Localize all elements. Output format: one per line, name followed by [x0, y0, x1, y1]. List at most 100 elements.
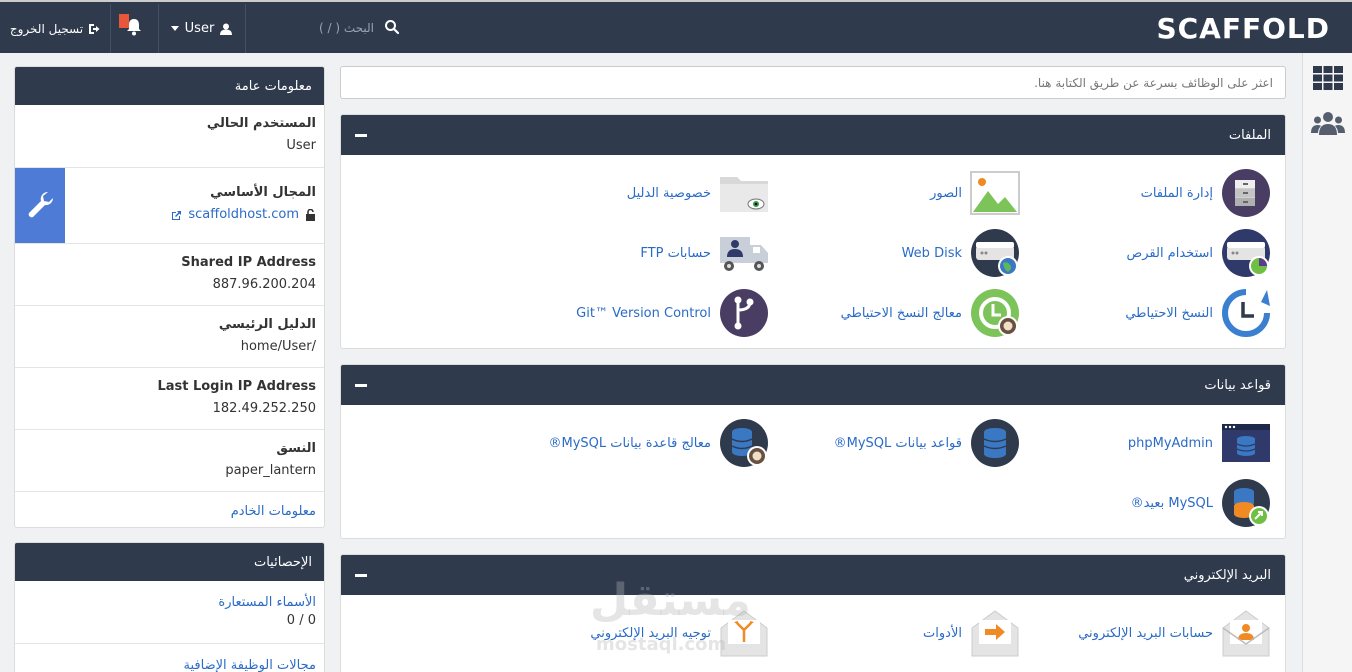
databases-section: قواعد بيانات phpMyAdmin قواعد بيانات MyS… [340, 364, 1286, 539]
logo[interactable]: SCAFFOLD [1156, 12, 1330, 45]
collapse-icon[interactable] [355, 133, 367, 137]
remote-mysql-item[interactable]: MySQL بعيد® [981, 478, 1271, 528]
server-info-link[interactable]: معلومات الخادم [231, 504, 316, 519]
function-search-input[interactable] [340, 66, 1286, 99]
section-header[interactable]: البريد الإلكتروني [341, 555, 1285, 595]
current-user-row: المستخدم الحالي User [15, 105, 324, 167]
aliases-row: الأسماء المستعارة 0 / 0 [15, 581, 324, 643]
primary-domain-row: المجال الأساسي scaffoldhost.com [15, 167, 324, 243]
external-link-icon[interactable] [171, 210, 182, 221]
aliases-link[interactable]: الأسماء المستعارة [218, 595, 316, 610]
item-label: إدارة الملفات [1140, 185, 1213, 201]
search-input[interactable] [254, 16, 374, 40]
section-title: البريد الإلكتروني [1183, 567, 1271, 583]
primary-domain-line: scaffoldhost.com [23, 204, 316, 226]
database-icon [971, 419, 1019, 467]
database-wizard-icon [720, 419, 768, 467]
folder-eye-icon [720, 177, 768, 212]
remote-database-icon [1222, 479, 1270, 527]
users-icon[interactable] [1311, 109, 1345, 139]
item-label: Git™ Version Control [576, 305, 711, 321]
mysql-wizard-item[interactable]: معالج قاعدة بيانات MySQL® [479, 418, 769, 468]
server-info-row: معلومات الخادم [15, 491, 324, 527]
primary-domain-link[interactable]: scaffoldhost.com [188, 204, 299, 226]
unlock-icon [306, 209, 315, 221]
search-icon[interactable] [384, 19, 400, 35]
divider [245, 4, 246, 53]
email-accounts-item[interactable]: حسابات البريد الإلكتروني [981, 608, 1271, 658]
last-login-label: Last Login IP Address [157, 379, 316, 394]
divider [110, 4, 111, 53]
logout-label: تسجيل الخروج [9, 21, 84, 36]
email-section: البريد الإلكتروني حسابات البريد الإلكترو… [340, 554, 1286, 672]
stats-panel: الإحصائيات الأسماء المستعارة 0 / 0 مجالا… [14, 542, 325, 672]
section-title: الملفات [1228, 127, 1271, 143]
collapse-icon[interactable] [355, 383, 367, 387]
images-item[interactable]: الصور [730, 168, 1020, 218]
grid-icon[interactable] [1311, 63, 1345, 93]
shared-ip-label: Shared IP Address [181, 255, 316, 270]
watermark-url: mostaql.com [596, 634, 727, 655]
theme-row: النسق paper_lantern [15, 429, 324, 491]
section-header[interactable]: الملفات [341, 115, 1285, 155]
addon-domains-link[interactable]: مجالات الوظيفة الإضافية [184, 658, 316, 672]
email-accounts-icon [1222, 610, 1270, 657]
logout-icon [89, 23, 100, 34]
backup-item[interactable]: النسخ الاحتياطي [981, 288, 1271, 338]
domain-tools-tile[interactable] [15, 168, 65, 243]
watermark: مستقل [590, 575, 751, 626]
addon-domains-row: مجالات الوظيفة الإضافية [15, 643, 324, 672]
wrench-icon [28, 191, 54, 218]
panel-title: معلومات عامة [15, 67, 324, 105]
disk-usage-item[interactable]: استخدام القرص [981, 228, 1271, 278]
email-tools-item[interactable]: الأدوات [730, 608, 1020, 658]
shared-ip-value: 887.96.200.204 [212, 277, 316, 292]
phpmyadmin-icon [1222, 424, 1270, 462]
item-label: النسخ الاحتياطي [1125, 305, 1213, 321]
item-label: الأدوات [923, 625, 962, 641]
primary-domain-label: المجال الأساسي [210, 185, 316, 200]
chevron-down-icon [170, 26, 179, 31]
user-menu[interactable]: User [158, 4, 245, 53]
general-info-panel: معلومات عامة المستخدم الحالي User المجال… [14, 66, 325, 528]
home-dir-row: الدليل الرئيسي /home/User [15, 305, 324, 367]
directory-privacy-item[interactable]: خصوصية الدليل [479, 168, 769, 218]
home-dir-label: الدليل الرئيسي [218, 317, 316, 332]
user-icon [220, 23, 233, 35]
images-icon [970, 171, 1020, 215]
theme-label: النسق [276, 441, 316, 456]
ftp-accounts-item[interactable]: حسابات FTP [479, 228, 769, 278]
phpmyadmin-item[interactable]: phpMyAdmin [981, 418, 1271, 468]
last-login-value: 182.49.252.250 [212, 401, 316, 416]
item-label: استخدام القرص [1126, 245, 1213, 261]
item-label: قواعد بيانات MySQL® [833, 435, 962, 451]
web-disk-item[interactable]: Web Disk [730, 228, 1020, 278]
current-user-value: User [286, 138, 316, 153]
collapse-icon[interactable] [355, 573, 367, 577]
section-header[interactable]: قواعد بيانات [341, 365, 1285, 405]
item-label: حسابات FTP [640, 245, 711, 261]
item-label: حسابات البريد الإلكتروني [1078, 625, 1213, 641]
file-manager-icon [1222, 169, 1270, 217]
file-manager-item[interactable]: إدارة الملفات [981, 168, 1271, 218]
item-label: خصوصية الدليل [626, 185, 711, 201]
bell-icon [127, 19, 141, 36]
notifications-button[interactable] [110, 4, 158, 53]
right-rail [1302, 53, 1352, 672]
aliases-value: 0 / 0 [286, 613, 316, 628]
backup-icon [1222, 289, 1270, 337]
user-label: User [184, 21, 215, 36]
search-box[interactable] [245, 4, 410, 53]
logout-button[interactable]: تسجيل الخروج [0, 4, 110, 53]
mysql-databases-item[interactable]: قواعد بيانات MySQL® [730, 418, 1020, 468]
backup-wizard-item[interactable]: معالج النسخ الاحتياطي [730, 288, 1020, 338]
git-version-control-item[interactable]: Git™ Version Control [479, 288, 769, 338]
divider [158, 4, 159, 53]
git-icon [720, 289, 768, 337]
email-forward-icon [971, 610, 1019, 657]
item-label: معالج قاعدة بيانات MySQL® [548, 435, 711, 451]
disk-usage-icon [1222, 229, 1270, 277]
section-title: قواعد بيانات [1204, 377, 1271, 393]
files-section: الملفات إدارة الملفات الصور خصوصية الدلي… [340, 114, 1286, 349]
last-login-row: Last Login IP Address 182.49.252.250 [15, 367, 324, 429]
